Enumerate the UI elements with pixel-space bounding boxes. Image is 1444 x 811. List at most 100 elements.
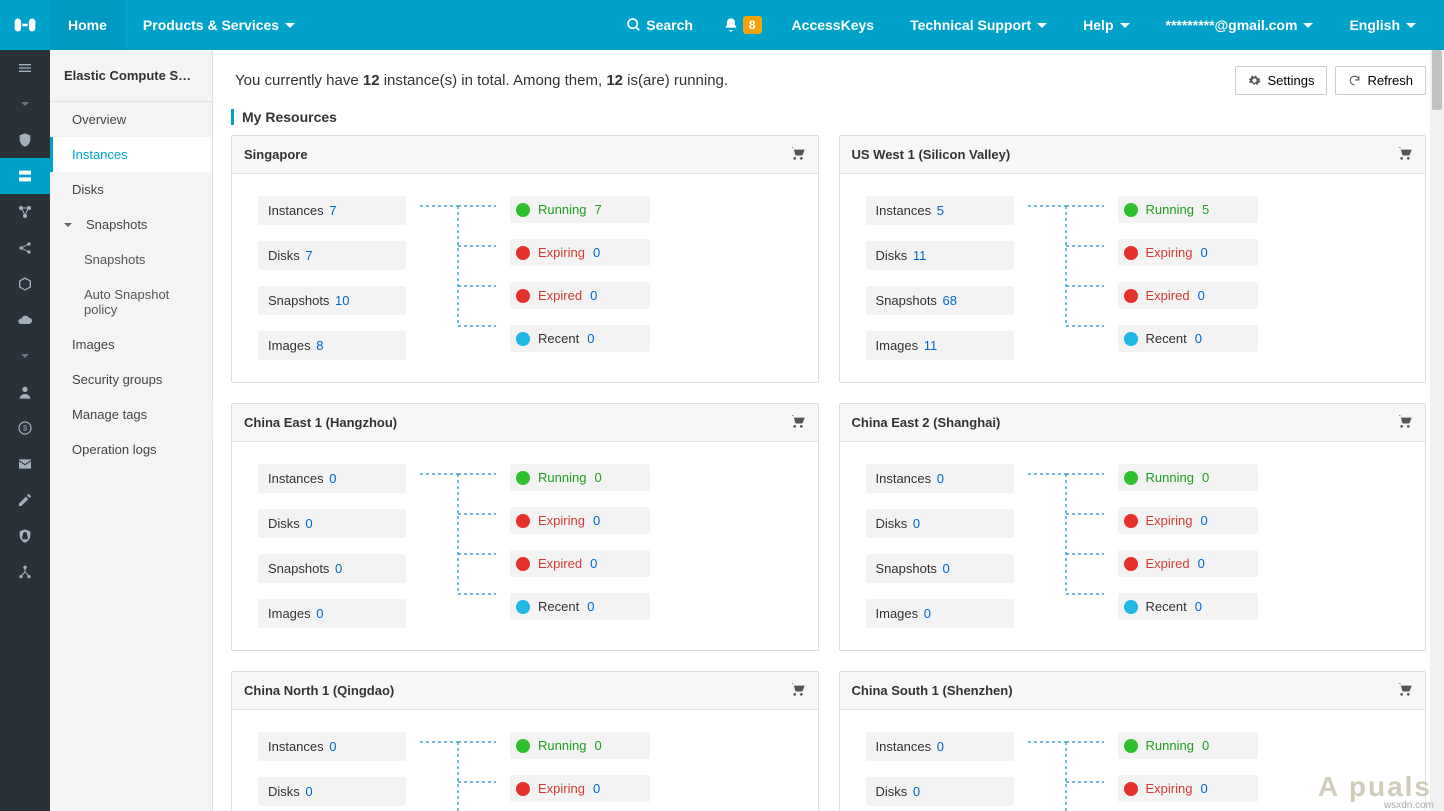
strip-edit-icon[interactable] <box>0 482 50 518</box>
region-header: US West 1 (Silicon Valley) <box>840 136 1426 174</box>
status-expiring[interactable]: Expiring 0 <box>510 507 650 534</box>
stat-disks[interactable]: Disks 7 <box>258 241 406 270</box>
stat-disks[interactable]: Disks 11 <box>866 241 1014 270</box>
status-recent[interactable]: Recent 0 <box>510 593 650 620</box>
sidebar-auto-snapshot[interactable]: Auto Snapshot policy <box>50 277 212 327</box>
stat-instances[interactable]: Instances 0 <box>258 732 406 761</box>
nav-help[interactable]: Help <box>1065 0 1147 50</box>
stat-disks[interactable]: Disks 0 <box>258 509 406 538</box>
cart-icon[interactable] <box>1397 681 1413 700</box>
status-running[interactable]: Running 0 <box>1118 464 1258 491</box>
status-running[interactable]: Running 7 <box>510 196 650 223</box>
cart-icon[interactable] <box>790 145 806 164</box>
connector <box>420 464 496 628</box>
svg-text:$: $ <box>23 424 27 433</box>
stat-images[interactable]: Images 0 <box>258 599 406 628</box>
nav-home[interactable]: Home <box>50 0 125 50</box>
nav-language[interactable]: English <box>1331 0 1434 50</box>
strip-server-icon[interactable] <box>0 158 50 194</box>
refresh-button[interactable]: Refresh <box>1335 66 1426 95</box>
region-card: China South 1 (Shenzhen) Instances 0 Dis… <box>839 671 1427 811</box>
region-header: Singapore <box>232 136 818 174</box>
strip-branch-icon[interactable] <box>0 554 50 590</box>
strip-network-icon[interactable] <box>0 194 50 230</box>
sidebar-security-groups[interactable]: Security groups <box>50 362 212 397</box>
stat-disks[interactable]: Disks 0 <box>866 777 1014 806</box>
gear-icon <box>1248 74 1261 87</box>
cart-icon[interactable] <box>790 413 806 432</box>
strip-shield-icon[interactable] <box>0 122 50 158</box>
stat-snapshots[interactable]: Snapshots 0 <box>866 554 1014 583</box>
region-header: China South 1 (Shenzhen) <box>840 672 1426 710</box>
nav-accesskeys[interactable]: AccessKeys <box>774 0 893 50</box>
cart-icon[interactable] <box>1397 145 1413 164</box>
sidebar-instances[interactable]: Instances <box>50 137 212 172</box>
status-expiring[interactable]: Expiring 0 <box>510 239 650 266</box>
stat-instances[interactable]: Instances 5 <box>866 196 1014 225</box>
strip-user-icon[interactable] <box>0 374 50 410</box>
stat-images[interactable]: Images 0 <box>866 599 1014 628</box>
nav-user[interactable]: *********@gmail.com <box>1148 0 1332 50</box>
stat-instances[interactable]: Instances 7 <box>258 196 406 225</box>
nav-support[interactable]: Technical Support <box>892 0 1065 50</box>
strip-caret-icon[interactable] <box>0 86 50 122</box>
sidebar-snapshots-sub[interactable]: Snapshots <box>50 242 212 277</box>
status-recent[interactable]: Recent 0 <box>1118 325 1258 352</box>
notification-badge: 8 <box>743 16 762 34</box>
status-expired[interactable]: Expired 0 <box>1118 282 1258 309</box>
stat-snapshots[interactable]: Snapshots 0 <box>258 554 406 583</box>
strip-share-icon[interactable] <box>0 230 50 266</box>
status-recent[interactable]: Recent 0 <box>510 325 650 352</box>
sidebar-disks[interactable]: Disks <box>50 172 212 207</box>
sidebar-images[interactable]: Images <box>50 327 212 362</box>
strip-cloud-icon[interactable] <box>0 302 50 338</box>
region-card: Singapore Instances 7 Disks 7 Snapshots … <box>231 135 819 383</box>
stat-snapshots[interactable]: Snapshots 68 <box>866 286 1014 315</box>
region-name: China North 1 (Qingdao) <box>244 683 394 698</box>
stat-snapshots[interactable]: Snapshots 10 <box>258 286 406 315</box>
stat-disks[interactable]: Disks 0 <box>866 509 1014 538</box>
status-running[interactable]: Running 0 <box>510 464 650 491</box>
status-running[interactable]: Running 0 <box>1118 732 1258 759</box>
strip-mail-icon[interactable] <box>0 446 50 482</box>
nav-products[interactable]: Products & Services <box>125 0 313 50</box>
brand-logo[interactable] <box>0 0 50 50</box>
strip-box-icon[interactable] <box>0 266 50 302</box>
region-card: China North 1 (Qingdao) Instances 0 Disk… <box>231 671 819 811</box>
strip-security-icon[interactable] <box>0 518 50 554</box>
sidebar-overview[interactable]: Overview <box>50 102 212 137</box>
scrollbar[interactable] <box>1430 50 1444 811</box>
stat-instances[interactable]: Instances 0 <box>866 464 1014 493</box>
status-expiring[interactable]: Expiring 0 <box>1118 775 1258 802</box>
cart-icon[interactable] <box>790 681 806 700</box>
status-running[interactable]: Running 5 <box>1118 196 1258 223</box>
settings-button[interactable]: Settings <box>1235 66 1327 95</box>
status-expiring[interactable]: Expiring 0 <box>1118 507 1258 534</box>
nav-search[interactable]: Search <box>608 0 711 50</box>
stat-instances[interactable]: Instances 0 <box>866 732 1014 761</box>
status-expired[interactable]: Expired 0 <box>510 282 650 309</box>
strip-menu-icon[interactable] <box>0 50 50 86</box>
sidebar-manage-tags[interactable]: Manage tags <box>50 397 212 432</box>
nav-notifications[interactable]: 8 <box>711 16 774 34</box>
status-expired[interactable]: Expired 0 <box>1118 550 1258 577</box>
summary-row: You currently have 12 instance(s) in tot… <box>231 66 1426 95</box>
status-expiring[interactable]: Expiring 0 <box>1118 239 1258 266</box>
status-expired[interactable]: Expired 0 <box>510 550 650 577</box>
region-name: China East 1 (Hangzhou) <box>244 415 397 430</box>
strip-caret2-icon[interactable] <box>0 338 50 374</box>
stat-images[interactable]: Images 11 <box>866 331 1014 360</box>
sidebar-operation-logs[interactable]: Operation logs <box>50 432 212 467</box>
status-running[interactable]: Running 0 <box>510 732 650 759</box>
region-grid: Singapore Instances 7 Disks 7 Snapshots … <box>231 135 1426 811</box>
stat-instances[interactable]: Instances 0 <box>258 464 406 493</box>
status-expiring[interactable]: Expiring 0 <box>510 775 650 802</box>
stat-images[interactable]: Images 8 <box>258 331 406 360</box>
main-content: You currently have 12 instance(s) in tot… <box>213 50 1444 811</box>
region-header: China North 1 (Qingdao) <box>232 672 818 710</box>
strip-billing-icon[interactable]: $ <box>0 410 50 446</box>
cart-icon[interactable] <box>1397 413 1413 432</box>
status-recent[interactable]: Recent 0 <box>1118 593 1258 620</box>
sidebar-snapshots[interactable]: Snapshots <box>50 207 212 242</box>
stat-disks[interactable]: Disks 0 <box>258 777 406 806</box>
